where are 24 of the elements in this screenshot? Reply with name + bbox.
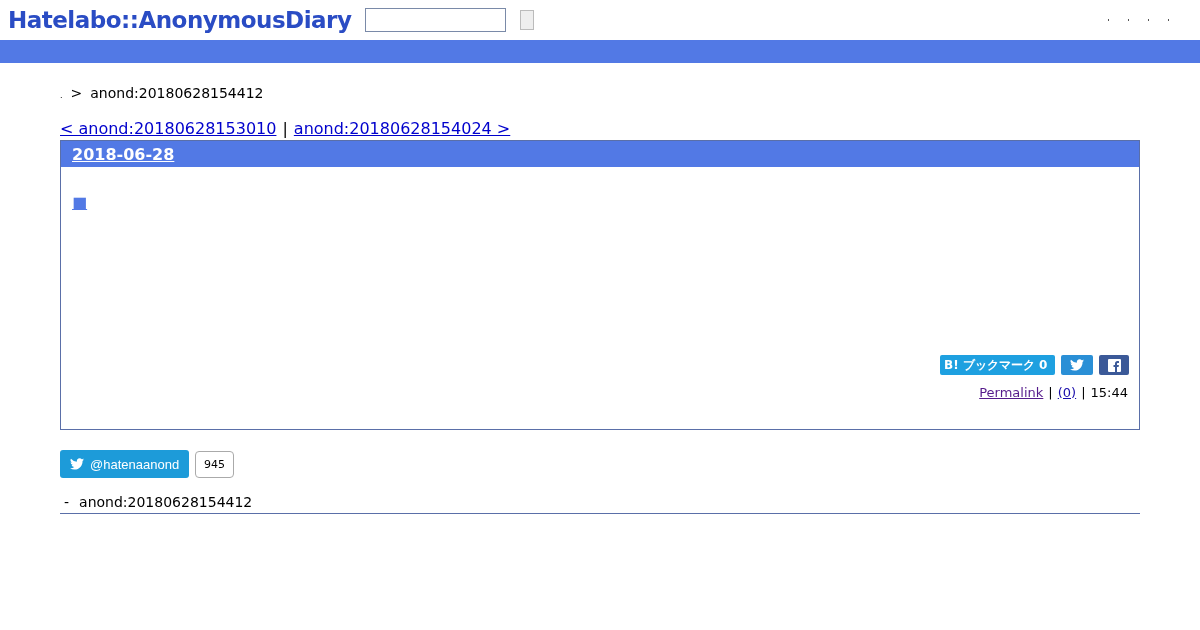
breadcrumb-separator: > (70, 85, 83, 101)
breadcrumb-current: anond:20180628154412 (90, 85, 264, 101)
date-link[interactable]: 2018-06-28 (72, 144, 175, 164)
facebook-icon (1107, 358, 1121, 372)
comments-link[interactable]: (0) (1057, 385, 1077, 400)
list-marker: - (64, 494, 70, 510)
entry-title-link[interactable]: ■ (72, 193, 88, 212)
bird-icon (70, 458, 84, 470)
footer-separator: | (1081, 385, 1086, 400)
tweet-button[interactable] (1061, 355, 1093, 375)
permalink[interactable]: Permalink (979, 385, 1044, 400)
pager-separator: | (282, 119, 288, 138)
footer-separator: | (1048, 385, 1053, 400)
previous-link[interactable]: < anond:20180628153010 (60, 119, 277, 138)
related-entry[interactable]: anond:20180628154412 (79, 494, 253, 510)
search-button[interactable] (520, 10, 535, 30)
site-logo[interactable]: Hatelabo::AnonymousDiary (8, 7, 352, 33)
facebook-button[interactable] (1099, 355, 1129, 375)
search-field[interactable] (365, 8, 507, 32)
entry-time: 15:44 (1090, 385, 1128, 400)
bird-icon (1070, 359, 1084, 371)
next-link[interactable]: anond:20180628154024 > (293, 119, 511, 138)
breadcrumb-link[interactable]: . (60, 91, 63, 100)
follower-count: 945 (195, 450, 235, 478)
